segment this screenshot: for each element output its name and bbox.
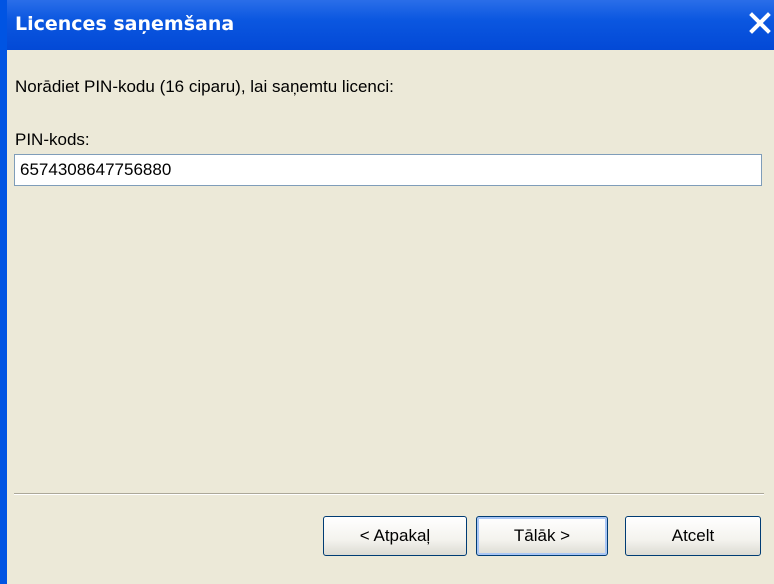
pin-input[interactable] (14, 154, 762, 186)
window-title: Licences saņemšana (15, 13, 235, 35)
license-dialog: Licences saņemšana Norādiet PIN-kodu (16… (0, 0, 774, 584)
cancel-button[interactable]: Atcelt (625, 516, 761, 556)
pin-label: PIN-kods: (15, 130, 90, 149)
window-left-border (0, 0, 7, 584)
instruction-text: Norādiet PIN-kodu (16 ciparu), lai saņem… (15, 77, 394, 96)
separator (14, 493, 764, 495)
title-bar[interactable]: Licences saņemšana (0, 0, 774, 50)
back-button[interactable]: < Atpakaļ (323, 516, 467, 556)
dialog-content: Norādiet PIN-kodu (16 ciparu), lai saņem… (7, 50, 774, 584)
next-button[interactable]: Tālāk > (476, 516, 608, 556)
close-button[interactable] (748, 10, 772, 36)
close-icon (749, 12, 771, 34)
